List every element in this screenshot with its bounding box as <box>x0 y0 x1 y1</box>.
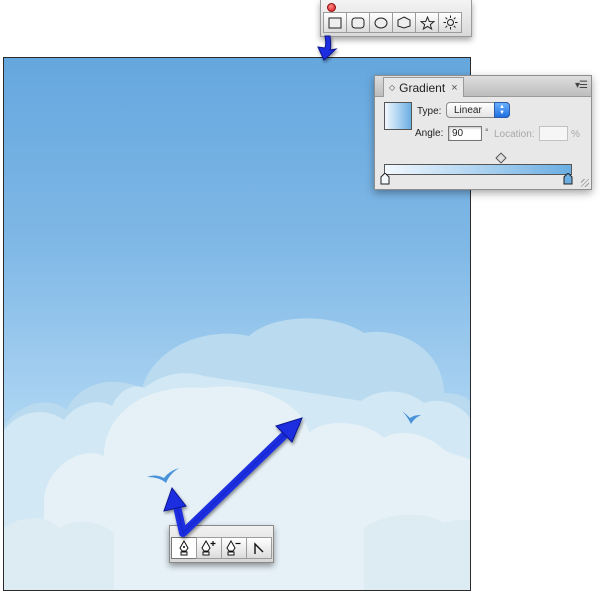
rectangle-tool[interactable] <box>323 12 347 33</box>
polygon-icon <box>397 16 411 29</box>
type-label: Type: <box>417 106 442 117</box>
delete-anchor-point-icon <box>226 540 241 556</box>
add-anchor-point-icon <box>201 540 216 556</box>
select-arrows-icon: ▲ ▼ <box>494 102 510 118</box>
rectangle-icon <box>328 17 342 28</box>
convert-anchor-point-tool[interactable] <box>246 537 272 559</box>
rounded-rectangle-icon <box>351 17 365 28</box>
pen-icon <box>179 540 189 556</box>
gradient-panel-header[interactable]: ◇ Gradient × ▾☰ <box>375 76 591 97</box>
gradient-type-select[interactable]: Linear ▲ ▼ <box>446 102 510 118</box>
panel-menu-icon[interactable]: ▾☰ <box>575 80 588 91</box>
polygon-tool[interactable] <box>392 12 416 33</box>
gradient-midpoint-diamond[interactable] <box>495 152 507 164</box>
star-icon <box>419 15 435 30</box>
location-label: Location: <box>494 129 535 140</box>
location-input[interactable] <box>539 126 568 141</box>
pen-tool-group <box>171 537 272 559</box>
angle-unit: ° <box>485 127 489 137</box>
shape-tool-group <box>323 12 462 33</box>
panel-options-toggle-icon[interactable]: ◇ <box>389 83 395 92</box>
rounded-rectangle-tool[interactable] <box>346 12 370 33</box>
location-unit: % <box>571 129 580 140</box>
close-icon[interactable]: × <box>451 82 457 94</box>
gradient-type-value: Linear <box>454 105 482 116</box>
ellipse-tool[interactable] <box>369 12 393 33</box>
pen-tool[interactable] <box>171 537 197 559</box>
convert-anchor-point-icon <box>254 542 264 554</box>
close-panel-button[interactable] <box>327 3 336 12</box>
ellipse-icon <box>374 17 388 28</box>
add-anchor-point-tool[interactable] <box>196 537 222 559</box>
gradient-preview-swatch[interactable] <box>384 102 412 130</box>
gradient-stop-left[interactable] <box>380 173 390 185</box>
angle-input[interactable]: 90 <box>448 126 482 141</box>
shape-tools-panel <box>320 0 472 37</box>
resize-grip-icon[interactable] <box>581 179 589 187</box>
gradient-panel: ◇ Gradient × ▾☰ Type: Linear ▲ ▼ Angle: 9… <box>374 75 592 190</box>
flare-icon <box>443 15 457 30</box>
tab-gradient[interactable]: ◇ Gradient × <box>383 77 464 97</box>
angle-label: Angle: <box>415 128 444 139</box>
gradient-tab-title: Gradient <box>399 80 446 95</box>
delete-anchor-point-tool[interactable] <box>221 537 247 559</box>
star-tool[interactable] <box>415 12 439 33</box>
flare-tool[interactable] <box>438 12 462 33</box>
pen-tools-panel <box>169 525 274 563</box>
gradient-ramp[interactable] <box>384 164 572 175</box>
gradient-stop-right[interactable] <box>563 173 573 185</box>
